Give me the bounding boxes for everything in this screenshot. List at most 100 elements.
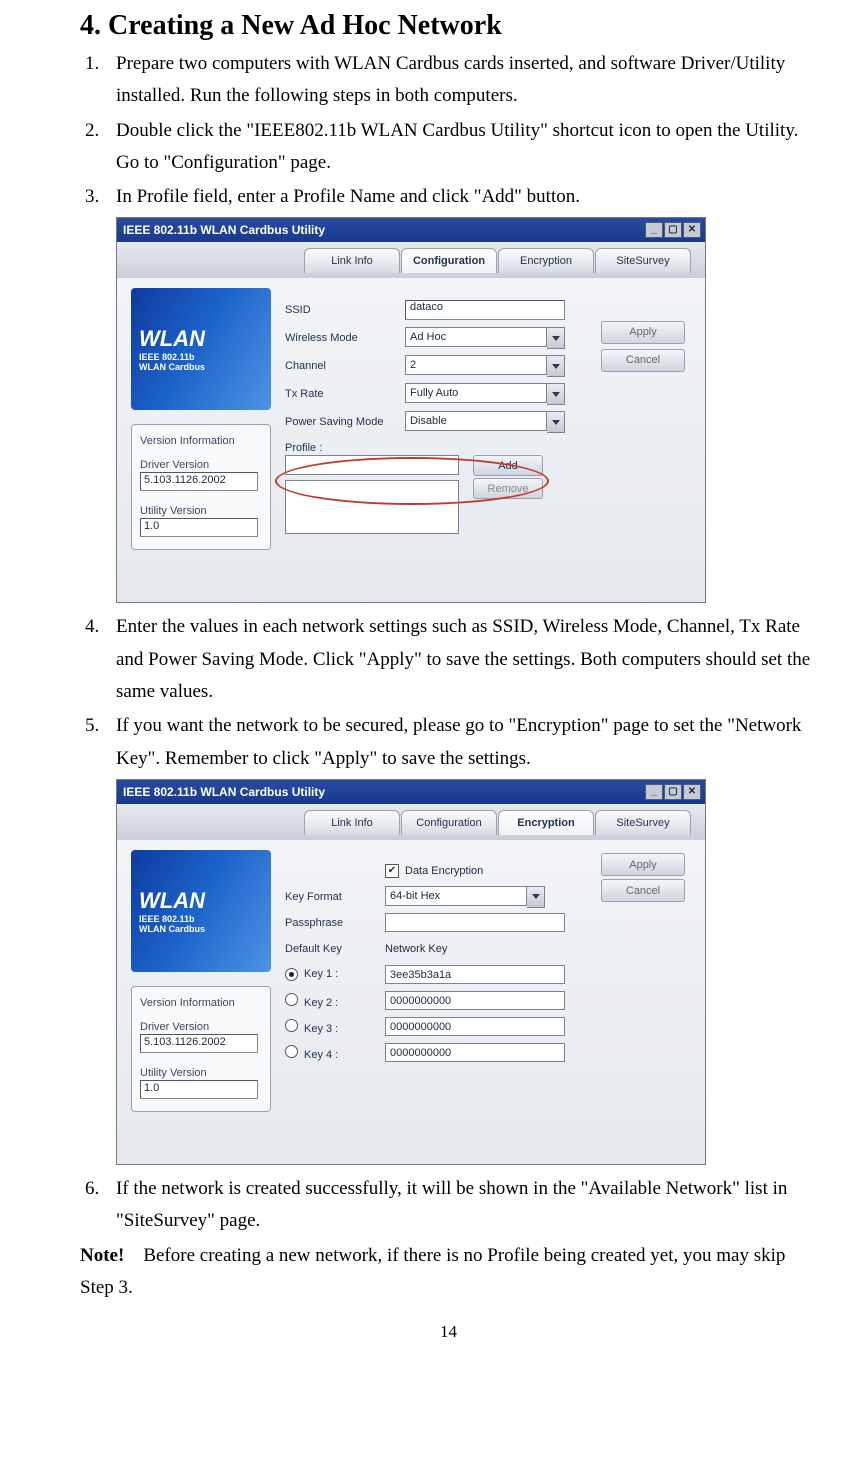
networkkey-label: Network Key <box>385 943 447 955</box>
key1-input[interactable]: 3ee35b3a1a <box>385 965 565 984</box>
add-button[interactable]: Add <box>473 455 543 476</box>
data-encryption-label: Data Encryption <box>405 865 483 877</box>
driver-version-label: Driver Version <box>140 459 262 471</box>
step-3: In Profile field, enter a Profile Name a… <box>104 181 817 213</box>
tab-row: Link Info Configuration Encryption SiteS… <box>117 804 705 840</box>
key2-radio[interactable] <box>285 993 298 1006</box>
tab-linkinfo[interactable]: Link Info <box>304 810 400 835</box>
tab-encryption[interactable]: Encryption <box>498 248 594 273</box>
brand-logo: WLAN IEEE 802.11b WLAN Cardbus <box>131 288 271 410</box>
note-label: Note! <box>80 1245 124 1266</box>
maximize-icon[interactable]: ▢ <box>664 222 682 238</box>
psm-label: Power Saving Mode <box>285 416 405 428</box>
step-5: If you want the network to be secured, p… <box>104 710 817 775</box>
tab-linkinfo[interactable]: Link Info <box>304 248 400 273</box>
key3-input[interactable]: 0000000000 <box>385 1017 565 1036</box>
driver-version-value: 5.103.1126.2002 <box>140 472 258 491</box>
profile-list[interactable] <box>285 480 459 534</box>
keyformat-label: Key Format <box>285 891 385 903</box>
tab-configuration[interactable]: Configuration <box>401 810 497 835</box>
key4-label: Key 4 : <box>304 1049 338 1061</box>
utility-version-label: Utility Version <box>140 1067 262 1079</box>
window-titlebar[interactable]: IEEE 802.11b WLAN Cardbus Utility _ ▢ ✕ <box>117 218 705 242</box>
utility-version-label: Utility Version <box>140 505 262 517</box>
note-text: Before creating a new network, if there … <box>80 1245 785 1298</box>
txrate-select[interactable]: Fully Auto <box>405 383 565 405</box>
ssid-input[interactable]: dataco <box>405 300 565 320</box>
keyformat-select[interactable]: 64-bit Hex <box>385 886 545 908</box>
utility-window-encryption: IEEE 802.11b WLAN Cardbus Utility _ ▢ ✕ … <box>116 779 706 1165</box>
tab-configuration[interactable]: Configuration <box>401 248 497 273</box>
tab-sitesurvey[interactable]: SiteSurvey <box>595 248 691 273</box>
key4-radio[interactable] <box>285 1045 298 1058</box>
chevron-down-icon[interactable] <box>547 327 565 349</box>
step-6: If the network is created successfully, … <box>104 1173 817 1238</box>
key1-radio[interactable] <box>285 968 298 981</box>
psm-select[interactable]: Disable <box>405 411 565 433</box>
step-2: Double click the "IEEE802.11b WLAN Cardb… <box>104 115 817 180</box>
remove-button[interactable]: Remove <box>473 478 543 499</box>
utility-version-value: 1.0 <box>140 518 258 537</box>
step-4: Enter the values in each network setting… <box>104 611 817 708</box>
brand-logo: WLAN IEEE 802.11b WLAN Cardbus <box>131 850 271 972</box>
page-heading: 4. Creating a New Ad Hoc Network <box>80 10 817 42</box>
close-icon[interactable]: ✕ <box>683 784 701 800</box>
version-header: Version Information <box>140 997 262 1009</box>
key4-input[interactable]: 0000000000 <box>385 1043 565 1062</box>
txrate-label: Tx Rate <box>285 388 405 400</box>
step-1: Prepare two computers with WLAN Cardbus … <box>104 48 817 113</box>
channel-select[interactable]: 2 <box>405 355 565 377</box>
apply-button[interactable]: Apply <box>601 321 685 344</box>
defaultkey-label: Default Key <box>285 943 385 955</box>
maximize-icon[interactable]: ▢ <box>664 784 682 800</box>
chevron-down-icon[interactable] <box>527 886 545 908</box>
logo-sub2: WLAN Cardbus <box>139 924 263 934</box>
minimize-icon[interactable]: _ <box>645 222 663 238</box>
cancel-button[interactable]: Cancel <box>601 349 685 372</box>
key2-label: Key 2 : <box>304 997 338 1009</box>
driver-version-label: Driver Version <box>140 1021 262 1033</box>
logo-text: WLAN <box>139 888 263 914</box>
cancel-button[interactable]: Cancel <box>601 879 685 902</box>
window-titlebar[interactable]: IEEE 802.11b WLAN Cardbus Utility _ ▢ ✕ <box>117 780 705 804</box>
profile-name-input[interactable] <box>285 455 459 475</box>
logo-text: WLAN <box>139 326 263 352</box>
wireless-mode-select[interactable]: Ad Hoc <box>405 327 565 349</box>
logo-sub1: IEEE 802.11b <box>139 914 263 924</box>
driver-version-value: 5.103.1126.2002 <box>140 1034 258 1053</box>
channel-label: Channel <box>285 360 405 372</box>
version-header: Version Information <box>140 435 262 447</box>
minimize-icon[interactable]: _ <box>645 784 663 800</box>
page-number: 14 <box>80 1322 817 1342</box>
version-info-panel: Version Information Driver Version 5.103… <box>131 424 271 550</box>
apply-button[interactable]: Apply <box>601 853 685 876</box>
logo-sub1: IEEE 802.11b <box>139 352 263 362</box>
key1-label: Key 1 : <box>304 968 338 980</box>
keyformat-value: 64-bit Hex <box>385 886 527 906</box>
wireless-mode-label: Wireless Mode <box>285 332 405 344</box>
logo-sub2: WLAN Cardbus <box>139 362 263 372</box>
key2-input[interactable]: 0000000000 <box>385 991 565 1010</box>
key3-radio[interactable] <box>285 1019 298 1032</box>
tab-encryption[interactable]: Encryption <box>498 810 594 835</box>
chevron-down-icon[interactable] <box>547 411 565 433</box>
ssid-label: SSID <box>285 304 405 316</box>
note-line: Note! Before creating a new network, if … <box>80 1240 817 1305</box>
chevron-down-icon[interactable] <box>547 383 565 405</box>
data-encryption-checkbox[interactable]: ✔ <box>385 864 399 878</box>
passphrase-input[interactable] <box>385 913 565 932</box>
window-title: IEEE 802.11b WLAN Cardbus Utility <box>123 223 325 237</box>
wireless-mode-value: Ad Hoc <box>405 327 547 347</box>
chevron-down-icon[interactable] <box>547 355 565 377</box>
tab-sitesurvey[interactable]: SiteSurvey <box>595 810 691 835</box>
version-info-panel: Version Information Driver Version 5.103… <box>131 986 271 1112</box>
channel-value: 2 <box>405 355 547 375</box>
passphrase-label: Passphrase <box>285 917 385 929</box>
profile-label: Profile : <box>285 442 691 454</box>
utility-version-value: 1.0 <box>140 1080 258 1099</box>
utility-window-configuration: IEEE 802.11b WLAN Cardbus Utility _ ▢ ✕ … <box>116 217 706 603</box>
psm-value: Disable <box>405 411 547 431</box>
close-icon[interactable]: ✕ <box>683 222 701 238</box>
key3-label: Key 3 : <box>304 1023 338 1035</box>
tab-row: Link Info Configuration Encryption SiteS… <box>117 242 705 278</box>
